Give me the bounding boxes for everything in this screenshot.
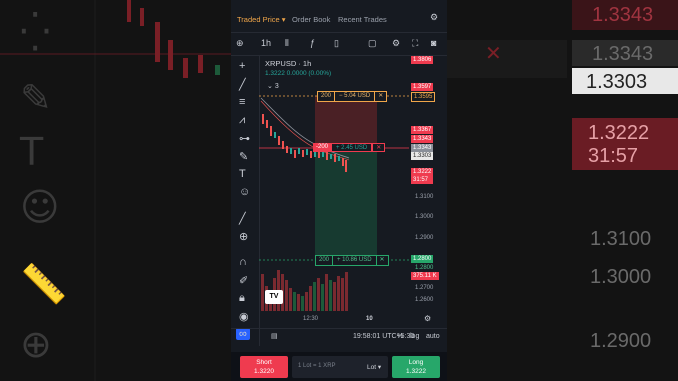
chart-bottom-bar: ▤ 19:58:01 UTC+5:30 % log auto	[231, 328, 447, 345]
settings-icon[interactable]: ⚙	[430, 12, 438, 23]
ruler-icon[interactable]: ╱	[239, 212, 246, 225]
fib-icon[interactable]: ≡	[239, 96, 245, 108]
tab-order-book[interactable]: Order Book	[292, 15, 330, 24]
price-tag: 1.3597	[411, 83, 434, 91]
trade-bar: Short 1.3220 1 Lot = 1 XRP Lot ▾ Long 1.32…	[231, 352, 447, 381]
calendar-icon[interactable]: ▤	[271, 332, 278, 340]
fullscreen-icon[interactable]: ⛶	[412, 38, 418, 49]
background-current-price: 1.3222 31:57	[572, 118, 678, 170]
add-indicator-icon[interactable]: ⊕	[236, 38, 244, 49]
chart-settings-icon[interactable]: ⚙	[392, 38, 400, 49]
close-icon: ✕	[379, 257, 385, 263]
price-chart[interactable]: XRPUSD · 1h 1.3222 0.0000 (0.00%) ⌄ 3 20…	[259, 56, 409, 322]
trading-panel: Traded Price ▾ Order Book Recent Trades …	[231, 0, 447, 381]
lot-placeholder: 1 Lot = 1 XRP	[298, 363, 336, 369]
chart-toolbar: ⊕ 1h ⫴ ƒ ▯ ▢ ⚙ ⛶ ◙	[231, 32, 447, 56]
background-candle	[168, 40, 173, 70]
camera-icon[interactable]: ◙	[431, 38, 436, 48]
position-label[interactable]: -200 + 2.45 USD ✕	[313, 143, 386, 152]
server-time: 19:58:01 UTC+5:30	[353, 333, 415, 340]
current-price-tag: 1.3222 31:57	[411, 168, 434, 184]
background-price: 1.3100	[590, 228, 652, 250]
axis-settings-icon[interactable]: ⚙	[424, 314, 431, 323]
lot-unit-select[interactable]: Lot ▾	[367, 363, 381, 371]
price-tag: 1.2800	[411, 255, 434, 263]
price-tag: 1.3343	[411, 135, 434, 143]
tab-bar: Traded Price ▾ Order Book Recent Trades …	[231, 8, 447, 30]
price-tag: 1.3343	[411, 144, 434, 152]
indicators-icon[interactable]: ƒ	[310, 38, 315, 48]
close-icon: ✕	[372, 143, 386, 152]
magnet-icon[interactable]: ∩	[239, 256, 247, 268]
candle-type-icon[interactable]: ⫴	[285, 38, 289, 49]
template-icon[interactable]: ▯	[334, 38, 339, 49]
background-emoji-icon: ☺	[20, 185, 60, 229]
auto-toggle[interactable]: auto	[426, 333, 440, 340]
lock-drawings-icon[interactable]: ✐	[239, 274, 248, 287]
price-tag: 1.3806	[411, 56, 434, 64]
lock-icon[interactable]: 🔒︎	[239, 292, 245, 305]
tab-recent-trades[interactable]: Recent Trades	[338, 15, 387, 24]
background-text-icon: T	[20, 130, 44, 174]
background-price: 1.3343	[572, 40, 678, 66]
long-button[interactable]: Long 1.3222	[392, 356, 440, 378]
brush-icon[interactable]: ✎	[239, 150, 248, 163]
percent-toggle[interactable]: %	[397, 333, 403, 340]
pattern-icon[interactable]: ⩘	[239, 114, 245, 127]
background-candle	[215, 65, 220, 75]
drawing-toolbar: + ╱ ≡ ⩘ ⊶ ✎ T ☺ ╱ ⊕ ∩ ✐ 🔒︎ ◉ ∞	[231, 56, 260, 346]
close-icon: ✕	[378, 93, 384, 99]
background-candle	[155, 22, 160, 62]
visibility-icon[interactable]: ◉	[239, 310, 249, 323]
background-zoom-in-icon: ⊕	[20, 322, 52, 366]
stop-loss-label[interactable]: 200 + 10.86 USD ✕	[315, 255, 389, 266]
background-price: 1.3000	[590, 266, 652, 288]
price-label: 1.3000	[415, 214, 434, 220]
tradingview-logo: TV	[265, 290, 283, 304]
price-label: 1.2700	[415, 285, 434, 291]
volume-tag: 375.11 K	[411, 272, 439, 280]
price-label: 1.2800	[415, 265, 434, 271]
background-crosshair-icon: ⁛	[20, 10, 51, 54]
interval-button[interactable]: 1h	[261, 38, 271, 48]
background-price: 1.2900	[590, 330, 652, 352]
text-icon[interactable]: T	[239, 168, 246, 180]
log-toggle[interactable]: log	[410, 333, 419, 340]
x-axis-label: 12:30	[303, 316, 319, 322]
prediction-icon[interactable]: ⊶	[239, 132, 250, 145]
background-candle	[198, 55, 203, 73]
svg-text:✕: ✕	[485, 41, 502, 65]
emoji-icon[interactable]: ☺	[239, 186, 250, 198]
price-tag: 1.3595	[411, 92, 436, 102]
tab-traded-price[interactable]: Traded Price ▾	[237, 15, 286, 24]
background-ruler-icon: 📏	[20, 262, 68, 306]
trend-line-icon[interactable]: ╱	[239, 78, 246, 91]
price-tag: 1.3303	[411, 152, 434, 160]
background-price: 1.3343	[572, 0, 678, 30]
short-button[interactable]: Short 1.3220	[240, 356, 288, 378]
price-label: 1.2600	[415, 297, 434, 303]
take-profit-label[interactable]: 200 − 5.04 USD ✕	[317, 91, 388, 102]
background-candle	[140, 8, 144, 26]
background-brush-icon: ✎	[20, 76, 52, 120]
price-tag: 1.3367	[411, 126, 434, 134]
lot-input[interactable]: 1 Lot = 1 XRP Lot ▾	[292, 356, 388, 378]
price-label: 1.3100	[415, 194, 434, 200]
loss-zone	[315, 96, 377, 148]
chart-layout-icon[interactable]: ▢	[368, 38, 377, 49]
price-label: 1.2900	[415, 235, 434, 241]
background-candle	[127, 0, 131, 22]
zoom-in-icon[interactable]: ⊕	[239, 230, 248, 243]
x-axis-label: 10	[366, 316, 373, 322]
background-price: 1.3303	[572, 68, 678, 94]
price-axis[interactable]: 1.3806 1.3597 1.3595 1.3367 1.3343 1.334…	[409, 56, 447, 326]
background-candle	[183, 58, 188, 78]
crosshair-icon[interactable]: +	[239, 60, 245, 72]
